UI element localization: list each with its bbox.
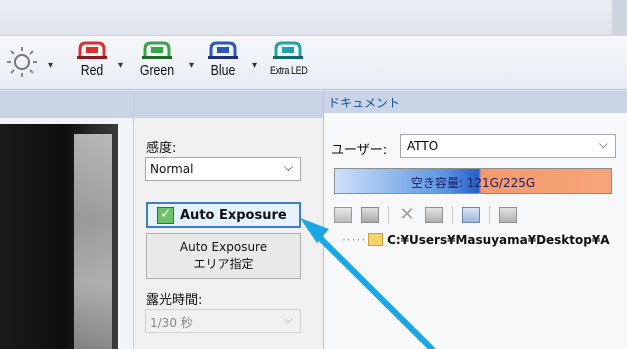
auto-exposure-label: Auto Exposure [180, 207, 287, 223]
area-button-line2: エリア指定 [193, 257, 254, 271]
exposure-time-value: 1/30 秒 [150, 316, 193, 330]
extra-led-button[interactable]: Extra LED [266, 40, 310, 79]
blue-led-button[interactable]: Blue [204, 40, 242, 79]
titlebar-edge [612, 0, 627, 36]
auto-exposure-toggle[interactable]: Auto Exposure [146, 202, 301, 228]
red-dropdown-icon[interactable]: ▾ [118, 60, 123, 71]
toolbar-separator [388, 206, 389, 224]
user-label: ユーザー: [331, 143, 388, 158]
chevron-down-icon: ⌵ [283, 160, 293, 174]
extra-led-icon [273, 41, 303, 59]
folder-path: C:¥Users¥Masuyama¥Desktop¥A [387, 233, 610, 247]
red-led-label: Red [80, 62, 104, 79]
camera-preview-pane [0, 91, 133, 349]
blue-led-label: Blue [210, 62, 236, 79]
delete-icon[interactable]: ✕ [398, 206, 416, 224]
chevron-down-icon: ⌵ [598, 137, 608, 151]
move-icon[interactable] [499, 207, 517, 223]
green-dropdown-icon[interactable]: ▾ [189, 60, 194, 71]
extra-led-label: Extra LED [269, 65, 308, 77]
exposure-time-select: 1/30 秒 ⌵ [145, 309, 301, 333]
camera-image [0, 124, 118, 349]
tree-connector: ····· [342, 233, 367, 247]
disk-capacity-bar: 空き容量: 121G/225G [334, 168, 612, 194]
document-toolbar: ✕ [334, 205, 517, 225]
control-panel-header [134, 91, 324, 118]
sensitivity-value: Normal [150, 162, 194, 176]
blue-led-icon [208, 41, 238, 59]
blue-dropdown-icon[interactable]: ▾ [252, 60, 257, 71]
toolbar-separator [489, 206, 490, 224]
user-value: ATTO [407, 139, 439, 153]
document-panel-title: ドキュメント [328, 96, 401, 110]
window-titlebar [0, 0, 627, 36]
folder-icon [368, 233, 384, 246]
document-panel-header: ドキュメント [324, 91, 627, 113]
user-select[interactable]: ATTO ⌵ [400, 134, 616, 158]
brightness-icon [7, 47, 37, 77]
sensitivity-select[interactable]: Normal ⌵ [145, 157, 301, 181]
disk-capacity-text: 空き容量: 121G/225G [410, 176, 536, 190]
green-led-label: Green [139, 62, 175, 79]
green-led-button[interactable]: Green [135, 40, 179, 79]
edit-icon[interactable] [361, 207, 379, 223]
green-led-icon [142, 41, 172, 59]
properties-icon[interactable] [425, 207, 443, 223]
area-button-line1: Auto Exposure [179, 240, 268, 254]
red-led-icon [77, 41, 107, 59]
led-toolbar: ▾ Red ▾ Green ▾ Blue ▾ Extra LED [0, 36, 627, 90]
toolbar-separator [452, 206, 453, 224]
exposure-time-label: 露光時間: [146, 293, 203, 308]
export-icon[interactable] [462, 207, 480, 223]
preview-edge [118, 124, 133, 349]
folder-tree-item[interactable]: ····· C:¥Users¥Masuyama¥Desktop¥A [342, 233, 610, 247]
new-folder-icon[interactable] [334, 207, 352, 223]
preview-header [0, 91, 133, 118]
sensitivity-label: 感度: [146, 141, 177, 156]
brightness-tool[interactable] [4, 46, 40, 81]
exposure-control-panel: 感度: Normal ⌵ Auto Exposure Auto Exposure… [133, 91, 324, 349]
checkbox-checked-icon [157, 206, 174, 224]
brightness-dropdown-icon[interactable]: ▾ [48, 60, 53, 71]
red-led-button[interactable]: Red [74, 40, 110, 79]
document-panel: ドキュメント ユーザー: ATTO ⌵ 空き容量: 121G/225G ✕ ··… [323, 91, 627, 349]
chevron-down-icon: ⌵ [283, 312, 293, 326]
auto-exposure-area-button[interactable]: Auto Exposure エリア指定 [146, 233, 301, 279]
